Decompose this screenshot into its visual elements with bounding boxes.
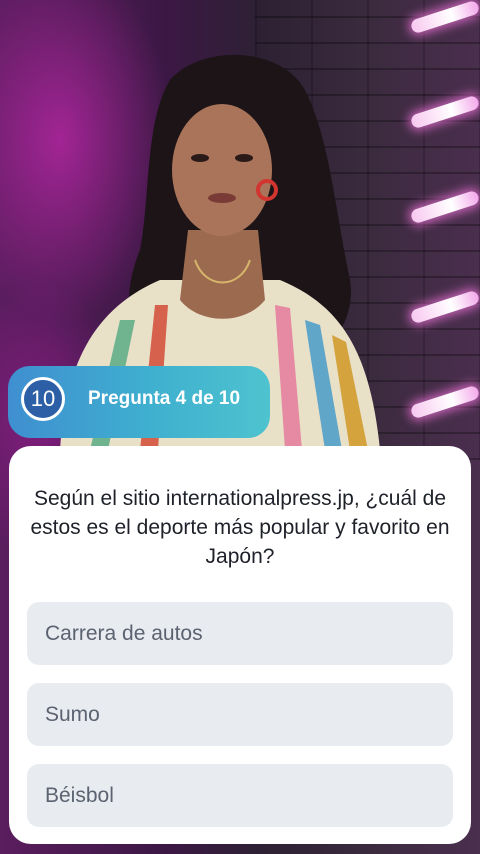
question-text: Según el sitio internationalpress.jp, ¿c… — [30, 487, 450, 568]
countdown-timer: 10 — [21, 377, 65, 421]
answer-option-2[interactable]: Sumo — [27, 683, 453, 746]
answer-option-1[interactable]: Carrera de autos — [27, 602, 453, 665]
question-progress-label: Pregunta 4 de 10 — [88, 388, 241, 409]
quiz-screen: 10 Pregunta 4 de 10 Según el sitio inter… — [0, 0, 480, 854]
question-card: Según el sitio internationalpress.jp, ¿c… — [9, 446, 471, 844]
answer-option-3[interactable]: Béisbol — [27, 764, 453, 827]
question-progress-badge: 10 Pregunta 4 de 10 — [8, 366, 270, 438]
